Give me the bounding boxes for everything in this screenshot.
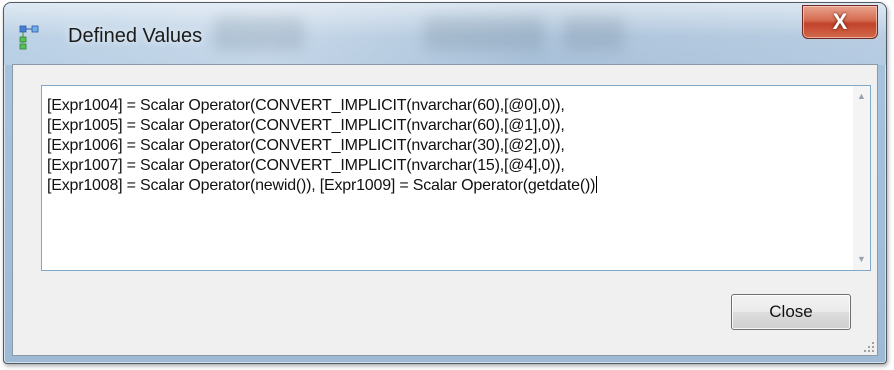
window-title: Defined Values: [68, 25, 203, 47]
dialog-client-area: [Expr1004] = Scalar Operator(CONVERT_IMP…: [12, 64, 878, 356]
close-icon: X: [832, 9, 848, 34]
tree-nodes-icon: [19, 25, 39, 50]
scroll-up-icon[interactable]: ▲: [853, 88, 870, 105]
dialog-window: Defined Values X [Expr1004] = Scalar Ope…: [3, 2, 887, 364]
text-caret: [596, 176, 598, 193]
defined-values-value: [Expr1004] = Scalar Operator(CONVERT_IMP…: [47, 97, 596, 194]
window-close-button[interactable]: X: [802, 5, 878, 39]
defined-values-text[interactable]: [Expr1004] = Scalar Operator(CONVERT_IMP…: [47, 96, 827, 196]
scroll-down-icon[interactable]: ▼: [853, 251, 870, 268]
title-bar[interactable]: Defined Values X: [4, 3, 886, 65]
defined-values-textbox[interactable]: [Expr1004] = Scalar Operator(CONVERT_IMP…: [41, 85, 871, 271]
resize-grip-icon[interactable]: [863, 341, 875, 353]
background-blur: [214, 17, 304, 51]
background-blur: [424, 17, 544, 51]
vertical-scrollbar[interactable]: ▲ ▼: [853, 86, 870, 270]
close-button[interactable]: Close: [731, 294, 851, 330]
background-blur: [564, 17, 624, 51]
